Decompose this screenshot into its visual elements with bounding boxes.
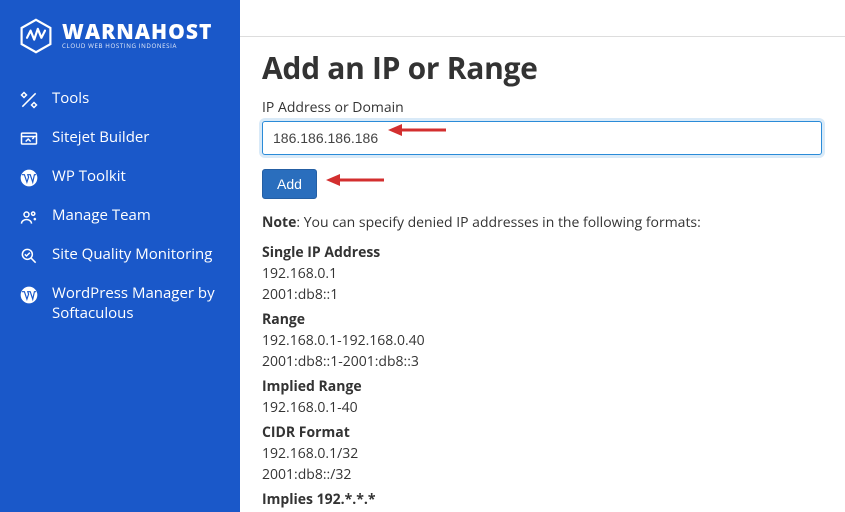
main-content: Add an IP or Range IP Address or Domain … bbox=[240, 0, 845, 512]
sidebar-item-label: Manage Team bbox=[52, 206, 222, 226]
format-title: Single IP Address bbox=[262, 242, 823, 263]
sidebar-item-wp-toolkit[interactable]: WP Toolkit bbox=[0, 158, 240, 197]
note-body: : You can specify denied IP addresses in… bbox=[296, 213, 700, 232]
ip-formats-list: Single IP Address 192.168.0.1 2001:db8::… bbox=[262, 242, 823, 512]
quality-icon bbox=[18, 246, 40, 266]
logo-icon bbox=[18, 18, 54, 54]
wordpress-icon bbox=[18, 285, 40, 305]
sidebar-item-sitejet-builder[interactable]: Sitejet Builder bbox=[0, 119, 240, 158]
sitejet-icon bbox=[18, 129, 40, 149]
sidebar-item-site-quality[interactable]: Site Quality Monitoring bbox=[0, 236, 240, 275]
brand-logo: WARNAHOST CLOUD WEB HOSTING INDONESIA bbox=[0, 18, 240, 80]
format-example: 2001:db8::1 bbox=[262, 284, 823, 305]
sidebar-item-manage-team[interactable]: Manage Team bbox=[0, 197, 240, 236]
ip-field-label: IP Address or Domain bbox=[262, 98, 823, 117]
sidebar-item-tools[interactable]: Tools bbox=[0, 80, 240, 119]
note-prefix: Note bbox=[262, 213, 296, 232]
wordpress-icon bbox=[18, 168, 40, 188]
sidebar-item-label: Sitejet Builder bbox=[52, 128, 222, 148]
format-example: 192.168.0.1-40 bbox=[262, 397, 823, 418]
team-icon bbox=[18, 207, 40, 227]
sidebar-item-wp-manager[interactable]: WordPress Manager by Softaculous bbox=[0, 275, 240, 332]
format-example: 192.168.0.1-192.168.0.40 bbox=[262, 330, 823, 351]
sidebar-nav: Tools Sitejet Builder WP Toolkit Manage … bbox=[0, 80, 240, 332]
format-title: Range bbox=[262, 309, 823, 330]
format-title: CIDR Format bbox=[262, 422, 823, 443]
format-title: Implied Range bbox=[262, 376, 823, 397]
tools-icon bbox=[18, 90, 40, 110]
sidebar-item-label: Site Quality Monitoring bbox=[52, 245, 222, 265]
sidebar-item-label: Tools bbox=[52, 89, 222, 109]
format-example: 192.168.0.1 bbox=[262, 263, 823, 284]
format-example: 2001:db8::1-2001:db8::3 bbox=[262, 351, 823, 372]
ip-address-input[interactable] bbox=[262, 121, 822, 155]
sidebar-item-label: WordPress Manager by Softaculous bbox=[52, 284, 222, 323]
brand-name: WARNAHOST bbox=[62, 22, 212, 43]
format-example: 192.168.0.1/32 bbox=[262, 443, 823, 464]
sidebar-item-label: WP Toolkit bbox=[52, 167, 222, 187]
note-text: Note: You can specify denied IP addresse… bbox=[262, 213, 823, 232]
page-title: Add an IP or Range bbox=[262, 47, 823, 88]
format-example: 2001:db8::/32 bbox=[262, 464, 823, 485]
brand-tagline: CLOUD WEB HOSTING INDONESIA bbox=[62, 43, 212, 49]
sidebar: WARNAHOST CLOUD WEB HOSTING INDONESIA To… bbox=[0, 0, 240, 512]
format-title: Implies 192.*.*.* bbox=[262, 489, 823, 510]
add-button[interactable]: Add bbox=[262, 169, 317, 199]
